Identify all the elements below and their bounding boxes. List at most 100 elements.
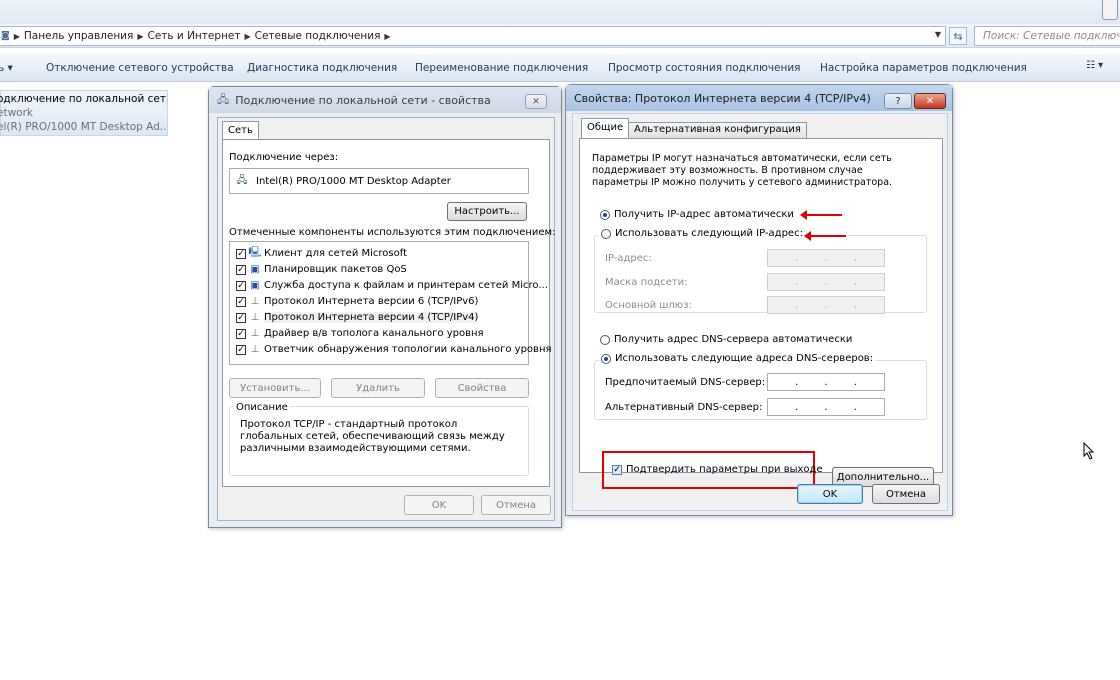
dns-manual-group: Использовать следующие адреса DNS-сервер…	[594, 353, 927, 420]
radio-dns-manual-label: Использовать следующие адреса DNS-сервер…	[615, 353, 874, 364]
description-title: Описание	[234, 402, 290, 413]
desktop: ◙ ▶ Панель управления ▶ Сеть и Интернет …	[0, 0, 1120, 680]
close-button[interactable]	[1102, 0, 1118, 20]
preferred-dns-label: Предпочитаемый DNS-сервер:	[605, 377, 766, 388]
close-icon[interactable]: ✕	[914, 93, 946, 109]
component-label: Драйвер в/в тополога канального уровня	[264, 328, 484, 339]
gateway-label: Основной шлюз:	[605, 300, 692, 311]
subnet-mask-field[interactable]: ...	[767, 273, 885, 291]
connection-properties-dialog: 🖧 Подключение по локальной сети - свойст…	[208, 86, 562, 528]
checkbox[interactable]: ✓	[236, 312, 246, 323]
tab-alternate-config[interactable]: Альтернативная конфигурация	[628, 122, 807, 138]
radio-button[interactable]	[600, 334, 610, 345]
radio-dns-auto[interactable]: Получить адрес DNS-сервера автоматически	[600, 334, 852, 345]
annotation-arrow	[804, 231, 846, 241]
cancel-button[interactable]: Отмена	[481, 495, 551, 515]
help-button[interactable]: ?	[884, 93, 912, 109]
description-group: Описание Протокол TCP/IP - стандартный п…	[229, 402, 529, 476]
close-icon[interactable]: ✕	[525, 94, 547, 109]
checkbox[interactable]: ✓	[236, 344, 246, 355]
radio-button[interactable]	[601, 228, 611, 239]
components-list[interactable]: ✓ 🖳 Клиент для сетей Microsoft ✓ ▣ Плани…	[229, 241, 552, 365]
validate-settings-checkbox[interactable]: ✓ Подтвердить параметры при выходе	[612, 464, 823, 475]
list-item[interactable]: ✓ ⊥ Ответчик обнаружения топологии канал…	[236, 342, 552, 357]
ip-address-label: IP-адрес:	[605, 253, 652, 264]
rename-button[interactable]: Переименование подключения	[415, 62, 588, 74]
validate-settings-label: Подтвердить параметры при выходе	[626, 464, 823, 475]
breadcrumb-arrow-icon: ▶	[244, 31, 251, 41]
radio-button[interactable]	[601, 353, 611, 364]
organize-button[interactable]: ь ▾	[0, 62, 13, 74]
protocol-icon: ⊥	[250, 312, 260, 323]
view-options-icon[interactable]: ☷ ▾	[1086, 60, 1103, 71]
dialog-body: Общие Альтернативная конфигурация Параме…	[572, 113, 948, 511]
connect-using-label: Подключение через:	[229, 152, 339, 163]
protocol-icon: ⊥	[250, 344, 260, 355]
list-item[interactable]: ✓ ▣ Планировщик пакетов QoS	[236, 262, 407, 277]
install-button[interactable]: Установить...	[229, 378, 321, 398]
protocol-icon: ⊥	[250, 296, 260, 307]
breadcrumb-control-panel[interactable]: Панель управления	[24, 30, 133, 42]
dialog-title: Свойства: Протокол Интернета версии 4 (T…	[574, 91, 871, 105]
alternate-dns-field[interactable]: ...	[767, 398, 885, 416]
tab-panel: Подключение через: 🖧 Intel(R) PRO/1000 M…	[222, 139, 555, 487]
breadcrumb-arrow-icon: ▶	[384, 31, 391, 41]
checkbox[interactable]: ✓	[236, 280, 246, 291]
breadcrumb-arrow-icon: ▶	[137, 31, 144, 41]
view-status-button[interactable]: Просмотр состояния подключения	[608, 62, 801, 74]
search-input[interactable]: Поиск: Сетевые подключения	[974, 26, 1120, 46]
list-item[interactable]: ✓ ⊥ Драйвер в/в тополога канального уров…	[236, 326, 484, 341]
component-label: Протокол Интернета версии 4 (TCP/IPv4)	[264, 312, 479, 323]
command-bar: ь ▾ Отключение сетевого устройства Диагн…	[0, 54, 1120, 82]
ip-address-field[interactable]: ...	[767, 249, 885, 267]
description-text: Протокол TCP/IP - стандартный протокол г…	[240, 419, 505, 454]
refresh-icon[interactable]: ⇆	[949, 27, 967, 45]
tab-network[interactable]: Сеть	[222, 121, 259, 140]
checkbox[interactable]: ✓	[236, 248, 246, 259]
ipv4-properties-dialog: Свойства: Протокол Интернета версии 4 (T…	[565, 84, 953, 516]
component-label: Планировщик пакетов QoS	[264, 264, 407, 275]
network-client-icon: 🖳	[248, 247, 262, 258]
disconnect-button[interactable]: Отключение сетевого устройства	[46, 62, 234, 74]
radio-ip-manual[interactable]: Использовать следующий IP-адрес:	[599, 228, 805, 239]
cancel-button[interactable]: Отмена	[872, 484, 940, 504]
adapter-name: Intel(R) PRO/1000 MT Desktop Adapter	[256, 175, 451, 187]
checkbox[interactable]: ✓	[236, 296, 246, 307]
address-bar[interactable]: ◙ ▶ Панель управления ▶ Сеть и Интернет …	[0, 26, 946, 46]
list-item[interactable]: ✓ 🖳 Клиент для сетей Microsoft	[236, 246, 407, 261]
network-adapter-icon: 🖧	[236, 174, 248, 186]
computer-icon: ◙	[1, 31, 10, 41]
network-service-icon: ▣	[250, 280, 260, 291]
checkbox[interactable]: ✓	[612, 464, 622, 475]
dialog-title: Подключение по локальной сети - свойства	[235, 93, 491, 107]
properties-button[interactable]: Свойства	[435, 378, 529, 398]
radio-ip-auto-label: Получить IP-адрес автоматически	[614, 209, 794, 220]
checkbox[interactable]: ✓	[236, 264, 246, 275]
list-item[interactable]: ✓ ⊥ Протокол Интернета версии 4 (TCP/IPv…	[236, 310, 479, 325]
change-settings-button[interactable]: Настройка параметров подключения	[820, 62, 1027, 74]
list-item[interactable]: ✓ ⊥ Протокол Интернета версии 6 (TCP/IPv…	[236, 294, 478, 309]
gateway-field[interactable]: ...	[767, 296, 885, 314]
preferred-dns-field[interactable]: ...	[767, 373, 885, 391]
uninstall-button[interactable]: Удалить	[331, 378, 425, 398]
breadcrumb-network-internet[interactable]: Сеть и Интернет	[147, 30, 240, 42]
radio-button[interactable]	[600, 209, 610, 220]
radio-ip-auto[interactable]: Получить IP-адрес автоматически	[600, 209, 794, 220]
component-label: Клиент для сетей Microsoft	[264, 248, 407, 259]
list-item[interactable]: ✓ ▣ Служба доступа к файлам и принтерам …	[236, 278, 548, 293]
checkbox[interactable]: ✓	[236, 328, 246, 339]
connection-adapter: el(R) PRO/1000 MT Desktop Ad...	[0, 121, 167, 133]
chevron-down-icon[interactable]: ▼	[935, 30, 941, 39]
connection-list-item[interactable]: одключение по локальной сети etwork el(R…	[0, 90, 168, 136]
ok-button[interactable]: OK	[797, 484, 863, 504]
diagnose-button[interactable]: Диагностика подключения	[247, 62, 397, 74]
breadcrumb-network-connections[interactable]: Сетевые подключения	[255, 30, 381, 42]
breadcrumb-arrow-icon: ▶	[13, 31, 20, 41]
radio-dns-manual[interactable]: Использовать следующие адреса DNS-сервер…	[599, 353, 876, 364]
mouse-cursor-icon	[1083, 442, 1095, 460]
connection-name: одключение по локальной сети	[0, 93, 167, 105]
tab-general[interactable]: Общие	[581, 118, 630, 138]
ok-button[interactable]: OK	[404, 495, 474, 515]
configure-button[interactable]: Настроить...	[447, 202, 527, 221]
ip-manual-group: Использовать следующий IP-адрес: IP-адре…	[594, 228, 927, 314]
